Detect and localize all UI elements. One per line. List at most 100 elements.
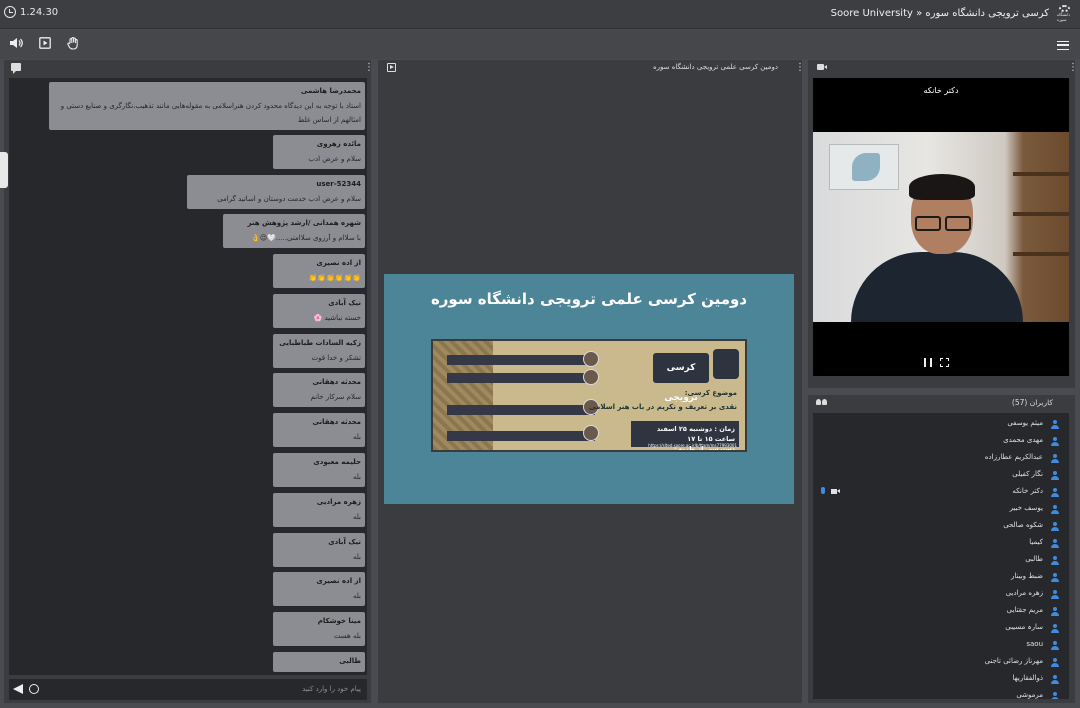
chat-icon [11,63,21,74]
message-text: استاد با توجه به این دیدگاه محدود کردن ه… [60,102,361,124]
presentation-icon [387,63,396,72]
person-icon [1051,573,1059,582]
emoji-icon[interactable] [29,684,39,694]
meeting-title-area: Soore University » کرسی ترویجی دانشگاه س… [831,5,1072,22]
message-sender: از اده نصیری [316,259,361,267]
message-sender: طالبی [339,657,361,665]
user-item[interactable]: مرموشی [813,688,1069,699]
message-text: 👏👏👏👏👏👏 [308,274,361,282]
message-sender: نیک آبادی [328,538,361,546]
person-icon [1051,556,1059,565]
speaker-icon[interactable] [8,37,24,51]
person-icon [1051,658,1059,667]
banner-heading: کرسی ترویجی [653,353,709,403]
message-sender: محدثه دهقانی [312,378,361,386]
user-name: ضبط وبینار [1011,572,1043,580]
menu-icon[interactable] [1057,41,1069,50]
message-text: سلام سرکار خانم [310,393,361,401]
presenter-body [851,252,1023,322]
fullscreen-icon[interactable] [940,358,949,367]
message-text: بله [352,553,361,561]
user-item[interactable]: طالبی [813,552,1069,569]
user-name: کیمیا [1029,538,1043,546]
microphone-icon [821,487,825,494]
user-item[interactable]: دکتر خانکه [813,484,1069,501]
chat-options-icon[interactable] [364,62,367,73]
event-banner-image: کرسی ترویجی موضوع کرسی: نقدی بر تعریف و … [431,339,747,452]
chat-message: محدثه دهقانی سلام سرکار خانم [273,373,365,407]
message-sender: شهره همدانی /ارشد پژوهش هنر [247,219,361,227]
message-text: بله [352,513,361,521]
banner-time: زمان : دوشنبه ۲۵ اسفند ساعت ۱۵ تا ۱۷ [656,425,735,443]
person-icon [1051,437,1059,446]
person-icon [1051,539,1059,548]
user-name: مرموشی [1016,691,1043,699]
presentation-title: دومین کرسی علمی ترویجی دانشگاه سوره [652,63,778,71]
chat-message: محمدرضا هاشمی استاد با توجه به این دیدگا… [49,82,365,130]
user-name: saou [1026,640,1043,648]
chat-message: شهره همدانی /ارشد پژوهش هنر با سلاام و آ… [223,214,365,248]
message-text: سلام و عرض ادب [308,155,361,163]
user-item[interactable]: زهره مرادیی [813,586,1069,603]
user-item[interactable]: مهدی محمدی [813,433,1069,450]
presentation-options-icon[interactable] [795,62,798,73]
chat-message: مینا خوشکام بله هست [273,612,365,646]
user-item[interactable]: مریم جقتایی [813,603,1069,620]
message-text: بله هست [333,632,361,640]
presentation-panel: دومین کرسی علمی ترویجی دانشگاه سوره دومی… [378,60,802,703]
chat-message: مائده زهروی سلام و عرض ادب [273,135,365,169]
chat-message: طالبی [273,652,365,672]
user-name: یوسف خبیر [1009,504,1043,512]
message-text: با سلاام و آرزوی سلاامتی.....🤍😌👌 [251,234,361,242]
webcam-user-name: دکتر خانکه [923,86,959,95]
toolbar [0,30,1080,59]
presentation-slide: دومین کرسی علمی ترویجی دانشگاه سوره کرسی… [384,274,794,504]
users-list[interactable]: میثم یوسفی مهدی محمدی عبدالکریم عطارزاده… [813,413,1069,699]
send-icon[interactable] [13,684,23,694]
message-sender: حلیمه معبودی [313,458,361,466]
message-text: خسته نباشید 🌸 [313,314,361,322]
university-seal-icon [713,349,739,379]
chat-message: از اده نصیری 👏👏👏👏👏👏 [273,254,365,288]
webcam-options-icon[interactable] [1068,62,1071,73]
user-item[interactable]: عبدالکریم عطارزاده [813,450,1069,467]
timer-text: 1.24.30 [20,6,59,18]
user-item[interactable]: نگار کفیلی [813,467,1069,484]
user-name: عبدالکریم عطارزاده [984,453,1043,461]
message-text: بله [352,473,361,481]
user-item[interactable]: شکوه صالحی [813,518,1069,535]
person-icon [1051,488,1059,497]
user-item[interactable]: ذوالفقاریها [813,671,1069,688]
pause-icon[interactable] [924,358,932,367]
message-text: بله [352,433,361,441]
user-item[interactable]: سارہ مسیبی [813,620,1069,637]
user-item[interactable]: مهرناز رضائی تاجنی [813,654,1069,671]
slide-title: دومین کرسی علمی ترویجی دانشگاه سوره [430,290,748,308]
chat-message: نیک آبادی بله [273,533,365,567]
users-panel: کاربران (57) میثم یوسفی مهدی محمدی عبدال… [808,395,1075,703]
user-name: ذوالفقاریها [1012,674,1043,682]
webcam-video[interactable]: دکتر خانکه [813,78,1069,376]
chat-message: نیک آبادی خسته نباشید 🌸 [273,294,365,328]
users-icon [816,399,828,406]
side-drawer-handle[interactable] [0,152,8,188]
raise-hand-icon[interactable] [65,37,81,51]
user-item[interactable]: میثم یوسفی [813,416,1069,433]
message-sender: user-52344 [316,180,361,188]
person-icon [1051,420,1059,429]
screen-share-icon[interactable] [37,37,53,51]
user-name: مهرناز رضائی تاجنی [984,657,1043,665]
chat-input[interactable]: پیام خود را وارد کنید [9,679,367,700]
banner-topic: نقدی بر تعریف و تکریم در باب هنر اسلامی [588,403,737,411]
user-item[interactable]: ضبط وبینار [813,569,1069,586]
user-name: شکوه صالحی [1003,521,1043,529]
user-name: مریم جقتایی [1006,606,1043,614]
user-item[interactable]: saou [813,637,1069,654]
presentation-header: دومین کرسی علمی ترویجی دانشگاه سوره [378,60,802,75]
user-item[interactable]: کیمیا [813,535,1069,552]
user-item[interactable]: یوسف خبیر [813,501,1069,518]
chat-message: از اده نصیری بله [273,572,365,606]
message-sender: زکیه السادات طباطبایی [279,339,361,347]
chat-messages[interactable]: محمدرضا هاشمی استاد با توجه به این دیدگا… [9,78,367,675]
message-text: بله [352,592,361,600]
